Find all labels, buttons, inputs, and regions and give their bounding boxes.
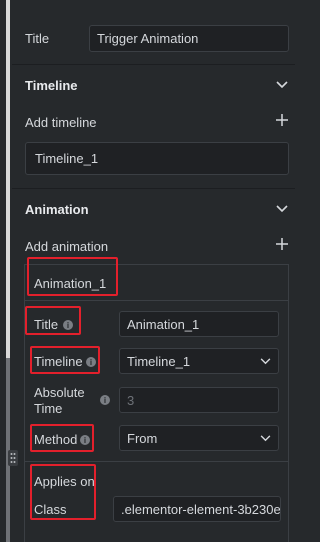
highlight-box [30,346,100,374]
divider [12,64,295,65]
absolute-time-label-1: Absolute [34,385,85,400]
divider [25,300,288,301]
absolute-time-label-2: Time [34,401,63,416]
highlight-box [25,306,81,335]
chevron-down-icon [260,434,271,441]
drag-handle-icon[interactable] [8,450,18,466]
class-input[interactable]: .elementor-element-3b230e3 [113,496,281,522]
divider [25,461,288,462]
chevron-down-icon[interactable] [276,81,288,89]
anim-timeline-value: Timeline_1 [127,353,191,369]
plus-icon[interactable] [276,114,288,126]
chevron-down-icon [260,357,271,364]
anim-title-input[interactable]: Animation_1 [119,311,279,337]
divider [12,188,295,189]
add-animation-label: Add animation [25,239,109,254]
plus-icon[interactable] [276,238,288,250]
method-select[interactable]: From [119,425,279,451]
timeline-item[interactable]: Timeline_1 [25,142,289,175]
title-label: Title [25,31,50,46]
highlight-box [27,257,118,296]
anim-timeline-select[interactable]: Timeline_1 [119,348,279,374]
highlight-box [30,464,96,520]
highlight-box [30,424,94,452]
info-icon: i [100,395,110,405]
chevron-down-icon[interactable] [276,205,288,213]
animation-section-heading[interactable]: Animation [25,202,89,217]
title-input[interactable]: Trigger Animation [89,25,289,52]
timeline-section-heading[interactable]: Timeline [25,78,78,93]
add-timeline-label: Add timeline [25,115,97,130]
absolute-time-input[interactable]: 3 [119,387,279,413]
method-value: From [127,430,158,446]
